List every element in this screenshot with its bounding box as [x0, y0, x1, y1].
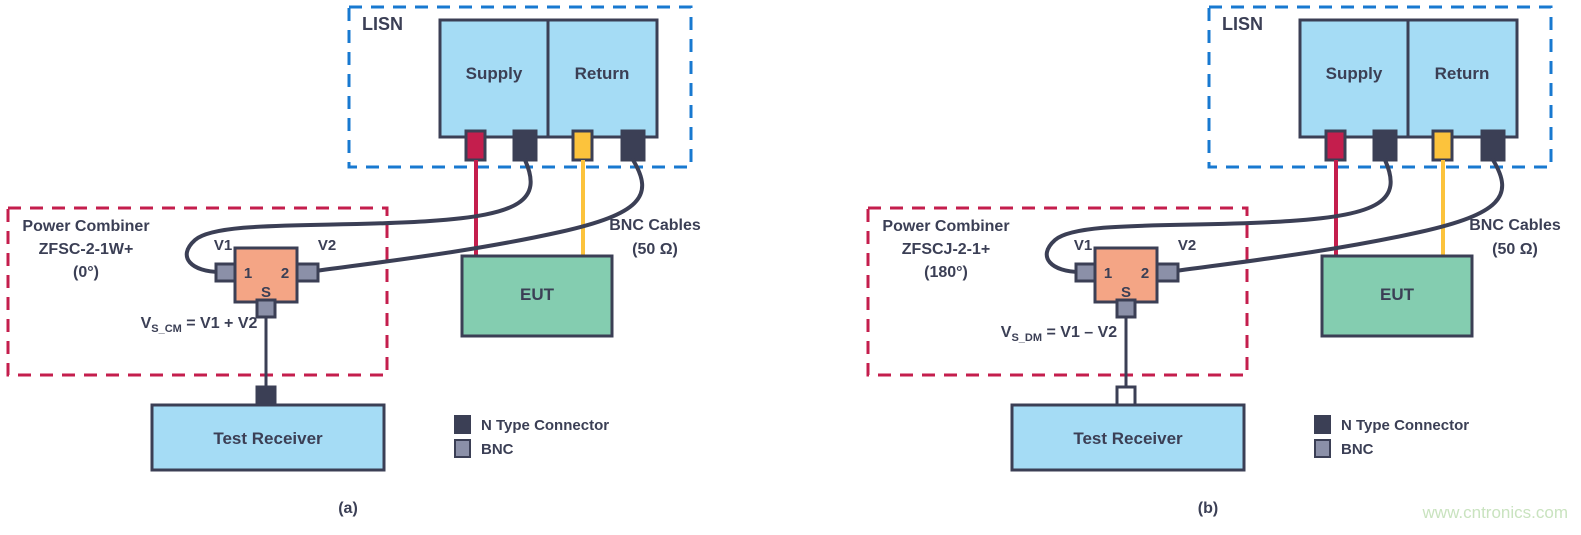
combiner-part-number-a: ZFSC-2-1W+ [39, 241, 134, 258]
legend-label-bnc-a: BNC [481, 441, 514, 458]
figure-canvas: LISN Supply Return Power Combiner ZFSC-2… [0, 0, 1581, 535]
eut-label-b: EUT [1380, 285, 1415, 304]
bnc-cables-note-line1-a: BNC Cables [609, 217, 701, 234]
legend-swatch-n-type-a [454, 415, 471, 434]
equation-subscript-b: S_DM [1011, 332, 1042, 344]
lisn-supply-rf-connector-b [1372, 129, 1398, 162]
lisn-supply-power-connector-a [464, 129, 487, 162]
bnc-cables-note-line2-b: (50 Ω) [1492, 241, 1538, 258]
lisn-supply-rf-connector-a [512, 129, 538, 162]
bnc-cables-note-line1-b: BNC Cables [1469, 217, 1561, 234]
combiner-phase-b: (180°) [924, 264, 968, 281]
lisn-return-rf-connector-a [620, 129, 646, 162]
combiner-sum-connector-a [255, 298, 277, 319]
combiner-port2-connector-a [294, 262, 320, 283]
combiner-port2-number-b: 2 [1141, 265, 1149, 282]
combiner-part-number-b: ZFSCJ-2-1+ [902, 241, 990, 258]
legend-label-n-type-b: N Type Connector [1341, 417, 1469, 434]
receiver-input-connector-b [1115, 385, 1137, 407]
lisn-supply-label-b: Supply [1326, 64, 1383, 83]
test-receiver-label-b: Test Receiver [1073, 429, 1183, 448]
equation-symbol-b: V [1001, 324, 1012, 341]
panel-caption-b: (b) [1198, 500, 1218, 517]
combiner-v2-label-a: V2 [318, 237, 336, 254]
equation-subscript-a: S_CM [151, 323, 182, 335]
lisn-return-power-connector-a [571, 129, 594, 162]
bnc-cables-note-line2-a: (50 Ω) [632, 241, 678, 258]
legend-label-bnc-b: BNC [1341, 441, 1374, 458]
combiner-v2-label-b: V2 [1178, 237, 1196, 254]
combiner-port2-number-a: 2 [281, 265, 289, 282]
combiner-sum-port-label-b: S [1121, 284, 1131, 301]
combiner-sum-connector-b [1115, 298, 1137, 319]
legend-swatch-n-type-b [1314, 415, 1331, 434]
lisn-supply-label-a: Supply [466, 64, 523, 83]
lisn-label-a: LISN [362, 14, 403, 34]
test-receiver-label-a: Test Receiver [213, 429, 323, 448]
combiner-sum-port-label-a: S [261, 284, 271, 301]
receiver-input-connector-a [255, 385, 277, 407]
lisn-supply-power-connector-b [1324, 129, 1347, 162]
panel-caption-a: (a) [338, 500, 358, 517]
watermark: www.cntronics.com [1422, 503, 1568, 522]
lisn-return-label-a: Return [575, 64, 630, 83]
panel-a: LISN Supply Return Power Combiner ZFSC-2… [6, 5, 701, 517]
lisn-return-label-b: Return [1435, 64, 1490, 83]
emi-setup-diagram: LISN Supply Return Power Combiner ZFSC-2… [6, 5, 1568, 522]
combiner-port2-connector-b [1154, 262, 1180, 283]
panel-b: LISN Supply Return Power Combiner ZFSCJ-… [866, 5, 1561, 517]
combiner-v1-label-a: V1 [214, 237, 232, 254]
eut-label-a: EUT [520, 285, 555, 304]
lisn-return-rf-connector-b [1480, 129, 1506, 162]
combiner-port1-number-a: 1 [244, 265, 252, 282]
combiner-title-a: Power Combiner [22, 218, 149, 235]
equation-symbol-a: V [141, 315, 152, 332]
legend-label-n-type-a: N Type Connector [481, 417, 609, 434]
combiner-v1-label-b: V1 [1074, 237, 1092, 254]
equation-expression-text-a: = V1 + V2 [186, 315, 257, 332]
combiner-title-b: Power Combiner [882, 218, 1009, 235]
combiner-equation-b: VS_DM = V1 – V2 [1001, 324, 1118, 344]
combiner-phase-a: (0°) [73, 264, 99, 281]
lisn-label-b: LISN [1222, 14, 1263, 34]
combiner-equation-a: VS_CM = V1 + V2 [141, 315, 258, 335]
combiner-port1-number-b: 1 [1104, 265, 1112, 282]
equation-expression-text-b: = V1 – V2 [1046, 324, 1117, 341]
lisn-return-power-connector-b [1431, 129, 1454, 162]
legend-swatch-bnc-a [454, 439, 471, 458]
legend-swatch-bnc-b [1314, 439, 1331, 458]
